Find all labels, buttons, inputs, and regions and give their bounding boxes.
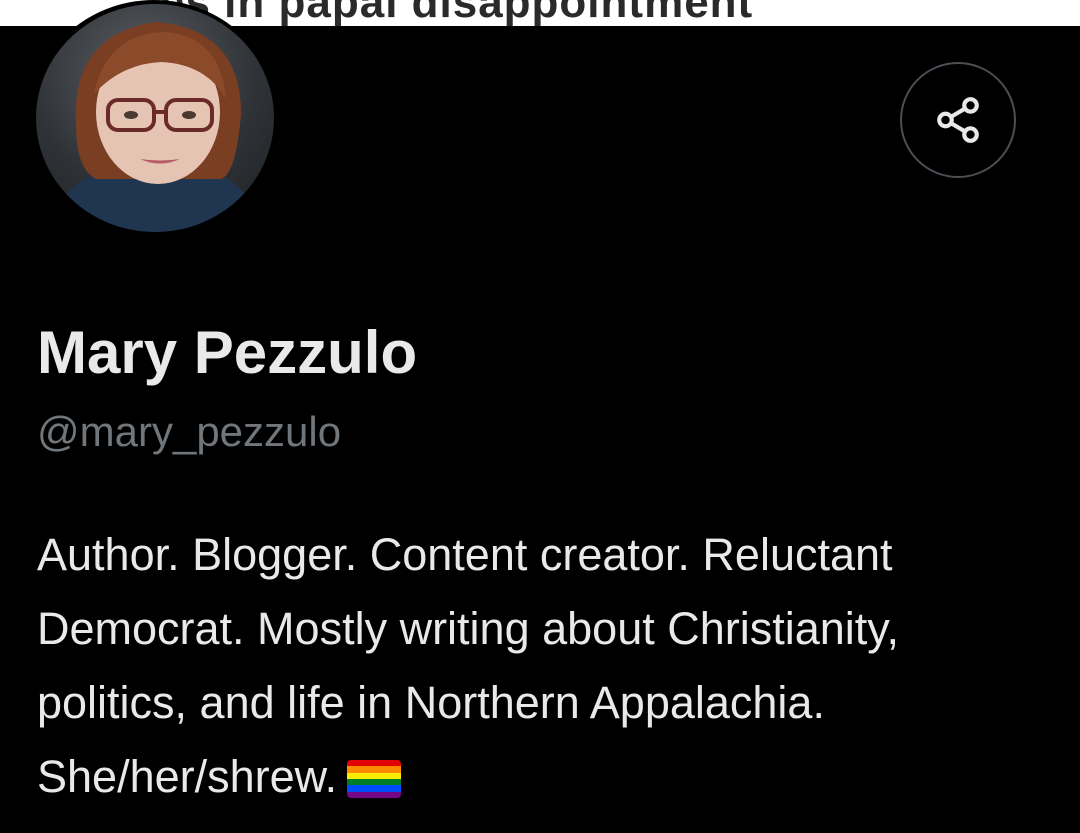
bio-line: politics, and life in Northern Appalachi… xyxy=(37,677,825,728)
profile-display-name: Mary Pezzulo xyxy=(37,319,418,386)
share-icon xyxy=(937,97,979,143)
bio-line-text: She/her/shrew. xyxy=(37,751,338,802)
profile-handle: @mary_pezzulo xyxy=(37,408,342,455)
rainbow-flag-icon xyxy=(347,760,402,798)
bio-line: Democrat. Mostly writing about Christian… xyxy=(37,603,899,654)
avatar-photo xyxy=(36,4,274,232)
banner-text: es in papal disappointment" xyxy=(160,0,776,26)
avatar[interactable] xyxy=(30,0,278,236)
avatar-portrait xyxy=(46,22,266,232)
bio-line: She/her/shrew. xyxy=(37,740,1047,814)
bio-line: Author. Blogger. Content creator. Reluct… xyxy=(37,529,893,580)
share-button[interactable] xyxy=(900,62,1016,178)
profile-bio: Author. Blogger. Content creator. Reluct… xyxy=(37,518,1047,814)
